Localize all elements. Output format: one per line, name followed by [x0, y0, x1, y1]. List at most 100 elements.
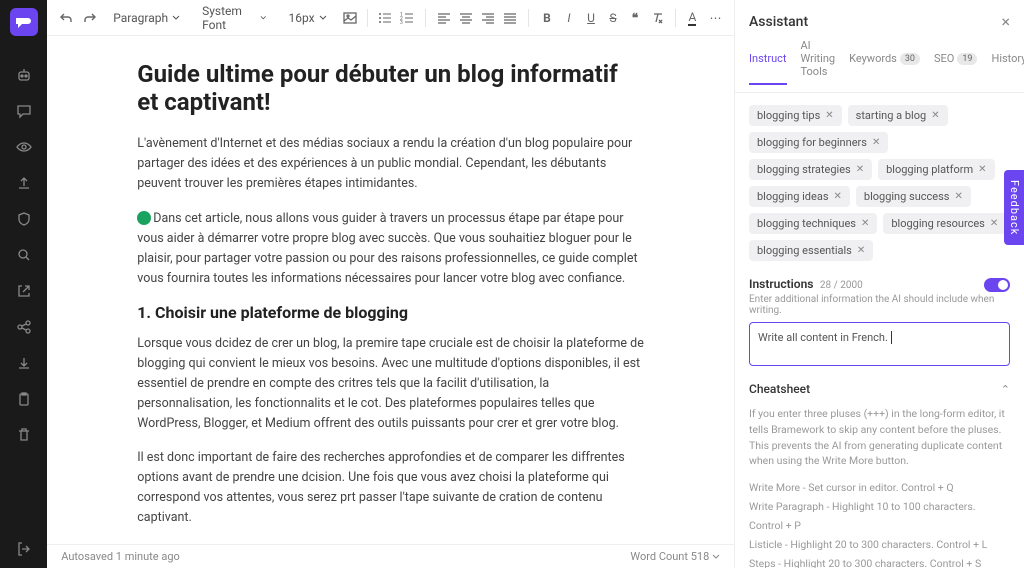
- tab-instruct[interactable]: Instruct: [749, 39, 787, 85]
- article-heading: 1. Choisir une plateforme de blogging: [137, 303, 644, 322]
- cheatsheet-header[interactable]: Cheatsheet ⌃: [749, 382, 1010, 396]
- remove-tag-icon[interactable]: ✕: [931, 110, 939, 121]
- left-rail: [0, 0, 47, 568]
- upload-icon[interactable]: [15, 174, 33, 192]
- word-count[interactable]: Word Count 518: [630, 550, 720, 563]
- unordered-list-icon[interactable]: [377, 10, 393, 26]
- size-select[interactable]: 16px: [282, 9, 332, 27]
- paragraph-select[interactable]: Paragraph: [107, 9, 186, 27]
- clipboard-icon[interactable]: [15, 390, 33, 408]
- assistant-title: Assistant: [749, 14, 808, 30]
- keyword-tag[interactable]: blogging essentials✕: [749, 240, 873, 261]
- keyword-tag[interactable]: blogging platform✕: [878, 159, 994, 180]
- chevron-down-icon: [260, 14, 266, 22]
- article-paragraph: L'avènement d'Internet et des médias soc…: [137, 134, 644, 194]
- article-title: Guide ultime pour débuter un blog inform…: [137, 60, 644, 116]
- editor[interactable]: Guide ultime pour débuter un blog inform…: [47, 36, 734, 544]
- chevron-up-icon: ⌃: [1001, 383, 1010, 396]
- keyword-tag[interactable]: blogging ideas✕: [749, 186, 850, 207]
- instructions-count: 28 / 2000: [820, 280, 863, 291]
- bold-icon[interactable]: B: [539, 10, 555, 26]
- exit-icon[interactable]: [15, 540, 33, 558]
- remove-tag-icon[interactable]: ✕: [834, 191, 842, 202]
- trash-icon[interactable]: [15, 426, 33, 444]
- article-paragraph: Dans cet article, nous allons vous guide…: [137, 208, 644, 289]
- instructions-subtitle: Enter additional information the AI shou…: [749, 294, 1010, 316]
- remove-tag-icon[interactable]: ✕: [954, 191, 962, 202]
- instructions-header: Instructions 28 / 2000: [749, 277, 1010, 292]
- more-icon[interactable]: ⋯: [709, 10, 722, 26]
- ordered-list-icon[interactable]: 123: [399, 10, 415, 26]
- text-color-icon[interactable]: A: [686, 10, 699, 26]
- robot-icon[interactable]: [15, 66, 33, 84]
- tab-history[interactable]: History: [991, 39, 1024, 84]
- cheatsheet-item: Steps - Highlight 20 to 300 characters. …: [749, 555, 1010, 568]
- feedback-button[interactable]: Feedback: [1004, 170, 1024, 245]
- keyword-tag[interactable]: starting a blog✕: [848, 105, 948, 126]
- shield-icon[interactable]: [15, 210, 33, 228]
- remove-tag-icon[interactable]: ✕: [990, 218, 998, 229]
- remove-tag-icon[interactable]: ✕: [978, 164, 986, 175]
- assistant-header: Assistant ×: [735, 0, 1024, 39]
- svg-text:3: 3: [400, 20, 403, 25]
- status-bar: Autosaved 1 minute ago Word Count 518: [47, 544, 734, 568]
- eye-icon[interactable]: [15, 138, 33, 156]
- close-icon[interactable]: ×: [1001, 12, 1010, 31]
- paragraph-label: Paragraph: [113, 11, 168, 25]
- chat-icon[interactable]: [15, 102, 33, 120]
- underline-icon[interactable]: U: [583, 10, 599, 26]
- font-label: System Font: [202, 4, 256, 32]
- align-justify-icon[interactable]: [502, 10, 518, 26]
- cheatsheet-item: Write More - Set cursor in editor. Contr…: [749, 479, 1010, 498]
- keyword-tags: blogging tips✕ starting a blog✕ blogging f…: [749, 105, 1010, 261]
- keyword-tag[interactable]: blogging success✕: [856, 186, 971, 207]
- assistant-body: blogging tips✕ starting a blog✕ blogging f…: [735, 93, 1024, 568]
- strike-icon[interactable]: S: [605, 10, 621, 26]
- size-label: 16px: [288, 11, 314, 25]
- remove-tag-icon[interactable]: ✕: [856, 164, 864, 175]
- download-icon[interactable]: [15, 354, 33, 372]
- external-link-icon[interactable]: [15, 282, 33, 300]
- instructions-label: Instructions: [749, 277, 813, 291]
- remove-tag-icon[interactable]: ✕: [825, 110, 833, 121]
- assistant-tabs: Instruct AI Writing Tools Keywords30 SEO…: [735, 39, 1024, 93]
- chevron-down-icon: [319, 14, 327, 22]
- undo-icon[interactable]: [59, 10, 73, 26]
- align-right-icon[interactable]: [480, 10, 496, 26]
- remove-tag-icon[interactable]: ✕: [872, 137, 880, 148]
- search-doc-icon[interactable]: [15, 246, 33, 264]
- cursor-indicator-icon: [137, 211, 151, 225]
- clear-format-icon[interactable]: [649, 10, 665, 26]
- instructions-toggle[interactable]: [984, 278, 1010, 292]
- logo-icon: [15, 15, 33, 29]
- italic-icon[interactable]: I: [561, 10, 577, 26]
- redo-icon[interactable]: [83, 10, 97, 26]
- autosave-status: Autosaved 1 minute ago: [61, 550, 180, 563]
- keyword-tag[interactable]: blogging strategies✕: [749, 159, 872, 180]
- keyword-tag[interactable]: blogging resources✕: [883, 213, 1006, 234]
- remove-tag-icon[interactable]: ✕: [857, 245, 865, 256]
- keyword-tag[interactable]: blogging tips✕: [749, 105, 842, 126]
- editor-toolbar: Paragraph System Font 16px 123 B I U S ❝…: [47, 0, 734, 36]
- instructions-input[interactable]: Write all content in French.: [749, 322, 1010, 366]
- quote-icon[interactable]: ❝: [627, 10, 643, 26]
- cheatsheet-label: Cheatsheet: [749, 382, 810, 396]
- share-icon[interactable]: [15, 318, 33, 336]
- chevron-down-icon: [172, 14, 180, 22]
- image-icon[interactable]: [343, 10, 357, 26]
- align-left-icon[interactable]: [436, 10, 452, 26]
- align-center-icon[interactable]: [458, 10, 474, 26]
- cheatsheet-item: Write Paragraph - Highlight 10 to 100 ch…: [749, 498, 1010, 536]
- cheatsheet-item: Listicle - Highlight 20 to 300 character…: [749, 536, 1010, 555]
- remove-tag-icon[interactable]: ✕: [861, 218, 869, 229]
- keyword-tag[interactable]: blogging for beginners✕: [749, 132, 888, 153]
- font-select[interactable]: System Font: [196, 2, 272, 34]
- app-logo[interactable]: [10, 8, 38, 36]
- assistant-panel: Assistant × Instruct AI Writing Tools Ke…: [734, 0, 1024, 568]
- main-area: Paragraph System Font 16px 123 B I U S ❝…: [47, 0, 734, 568]
- chevron-down-icon: [712, 553, 720, 561]
- tab-seo[interactable]: SEO19: [934, 39, 977, 84]
- tab-ai-writing[interactable]: AI Writing Tools: [801, 39, 836, 84]
- keyword-tag[interactable]: blogging techniques✕: [749, 213, 877, 234]
- tab-keywords[interactable]: Keywords30: [849, 39, 920, 84]
